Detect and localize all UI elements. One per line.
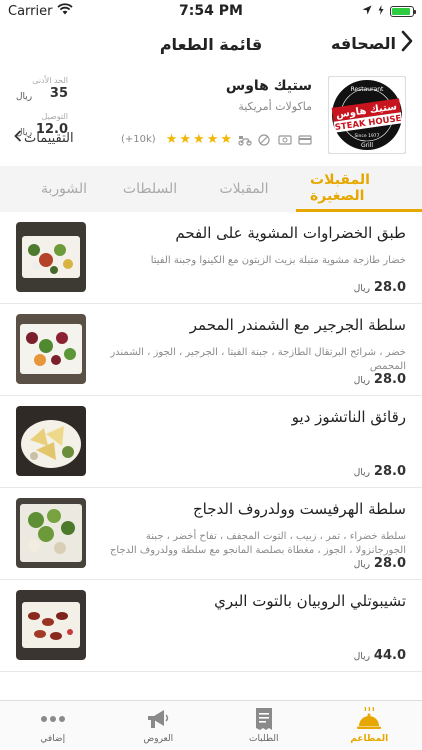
battery-level: [391, 7, 410, 15]
status-bar: Carrier 7:54 PM: [0, 0, 422, 22]
tab-soup[interactable]: الشوربة: [20, 166, 108, 212]
logo-since: Since 1977: [354, 133, 379, 139]
dish-price: ريال 44.0: [354, 648, 406, 663]
star-icon: ★: [179, 132, 192, 147]
dish-name: طبق الخضراوات المشوية على الفحم: [175, 224, 406, 242]
tab-orders[interactable]: الطلبات: [211, 701, 317, 750]
tab-salads[interactable]: السلطات: [108, 166, 192, 212]
tab-label: المقبلات الصغيرة: [310, 171, 370, 204]
dish-description: خضار طازجة مشوية متبلة بزيت الزيتون مع ا…: [150, 255, 406, 266]
category-tabs: المقبلات الصغيرة المقبلات السلطات الشورب…: [0, 166, 422, 212]
chevron-left-icon: [14, 130, 22, 146]
price-currency: ريال: [353, 376, 370, 386]
tab-label: السلطات: [122, 181, 178, 197]
delivery-fee-label: التوصيل: [41, 112, 68, 121]
dish-name: سلطة الهرفيست وولدروف الدجاج: [192, 500, 406, 518]
nav-bar: قائمة الطعام الصحافه: [0, 22, 422, 66]
receipt-icon: [251, 707, 277, 731]
status-left: Carrier: [8, 3, 128, 19]
menu-item[interactable]: تشيبوتلي الروبيان بالتوت البري ريال 44.0: [0, 580, 422, 672]
tab-restaurants-label: المطاعم: [350, 734, 389, 744]
dish-description: خضر ، شرائح البرتقال الطازجة ، جبنة الفي…: [110, 347, 406, 372]
back-label: الصحافه: [331, 33, 396, 53]
menu-list: طبق الخضراوات المشوية على الفحم خضار طاز…: [0, 212, 422, 700]
min-order-value: 35: [49, 86, 68, 101]
restaurant-logo: Restaurant Grill ستيك هاوس STEAK HOUSE S…: [328, 76, 406, 154]
price-value: 28.0: [373, 372, 406, 387]
tab-more-label: إضافي: [40, 734, 66, 744]
min-order-label: الحد الأدنى: [32, 76, 68, 85]
price-currency: ريال: [353, 652, 370, 662]
dish-price: ريال 28.0: [354, 556, 406, 571]
rating-stars: ★ ★ ★ ★ ★: [166, 132, 232, 147]
dish-name: سلطة الجرجير مع الشمندر المحمر: [189, 316, 406, 334]
dish-price: ريال 28.0: [354, 372, 406, 387]
restaurant-meta: (+10k) ★ ★ ★ ★ ★: [121, 132, 312, 147]
more-icon: [40, 707, 66, 731]
tab-appetizers[interactable]: المقبلات: [192, 166, 296, 212]
reviews-label: التقييمات: [24, 130, 74, 146]
min-order-row: الحد الأدنى 35 ريال: [16, 76, 86, 112]
dish-image: [16, 406, 86, 476]
restaurant-card: Restaurant Grill ستيك هاوس STEAK HOUSE S…: [0, 70, 422, 162]
dish-price: ريال 28.0: [354, 280, 406, 295]
rating-count: (+10k): [121, 134, 156, 145]
menu-item[interactable]: رقائق الناتشوز ديو ريال 28.0: [0, 396, 422, 488]
bottom-tab-bar: إضافي العروض الطلبات المطاعم: [0, 700, 422, 750]
card-icon: [298, 134, 312, 146]
charging-icon: [378, 4, 384, 19]
delivery-scooter-icon: [238, 134, 252, 146]
price-value: 28.0: [373, 464, 406, 479]
dish-image: [16, 498, 86, 568]
page-title: قائمة الطعام: [159, 34, 263, 54]
tab-offers[interactable]: العروض: [106, 701, 212, 750]
back-button[interactable]: الصحافه: [331, 30, 414, 56]
tab-more[interactable]: إضافي: [0, 701, 106, 750]
logo-ring-bottom: Grill: [361, 142, 373, 149]
star-icon: ★: [206, 132, 219, 147]
restaurant-cuisine: ماكولات أمريكية: [238, 100, 312, 113]
dish-image: [16, 590, 86, 660]
star-icon: ★: [220, 132, 232, 147]
megaphone-icon: [145, 707, 171, 731]
cash-icon: [278, 134, 292, 146]
menu-item[interactable]: سلطة الجرجير مع الشمندر المحمر خضر ، شرا…: [0, 304, 422, 396]
menu-item[interactable]: سلطة الهرفيست وولدروف الدجاج سلطة خضراء …: [0, 488, 422, 580]
battery-icon: [389, 5, 416, 17]
menu-item[interactable]: طبق الخضراوات المشوية على الفحم خضار طاز…: [0, 212, 422, 304]
price-currency: ريال: [353, 560, 370, 570]
min-order-unit: ريال: [16, 92, 33, 102]
dish-price: ريال 28.0: [354, 464, 406, 479]
price-currency: ريال: [353, 468, 370, 478]
dish-description: سلطة خضراء ، تمر ، زبيب ، التوت المجفف ،…: [109, 531, 406, 556]
star-icon: ★: [193, 132, 205, 147]
status-time: 7:54 PM: [179, 3, 243, 19]
price-value: 28.0: [373, 280, 406, 295]
dish-name: تشيبوتلي الروبيان بالتوت البري: [214, 592, 406, 610]
price-value: 28.0: [373, 556, 406, 571]
tab-label: المقبلات: [219, 181, 269, 197]
reviews-link[interactable]: التقييمات: [14, 130, 74, 146]
price-value: 44.0: [373, 648, 406, 663]
dish-image: [16, 222, 86, 292]
tab-label: الشوربة: [40, 181, 88, 197]
wifi-icon: [57, 3, 74, 19]
chevron-right-icon: [400, 30, 414, 56]
dish-image: [16, 314, 86, 384]
star-icon: ★: [165, 132, 178, 147]
steakhouse-logo-icon: Restaurant Grill ستيك هاوس STEAK HOUSE S…: [329, 77, 405, 153]
restaurant-name: ستيك هاوس: [225, 78, 312, 94]
tab-orders-label: الطلبات: [248, 734, 279, 744]
location-arrow-icon: [362, 4, 372, 19]
price-currency: ريال: [353, 284, 370, 294]
tab-small-appetizers[interactable]: المقبلات الصغيرة: [296, 166, 422, 212]
tab-restaurants[interactable]: المطاعم: [317, 701, 422, 750]
cloche-icon: [356, 707, 382, 731]
carrier-label: Carrier: [8, 3, 53, 19]
dish-name: رقائق الناتشوز ديو: [291, 408, 406, 426]
no-smoking-icon: [258, 133, 272, 146]
tab-offers-label: العروض: [143, 734, 174, 744]
logo-ring-top: Restaurant: [351, 86, 384, 93]
status-right: [294, 4, 416, 19]
